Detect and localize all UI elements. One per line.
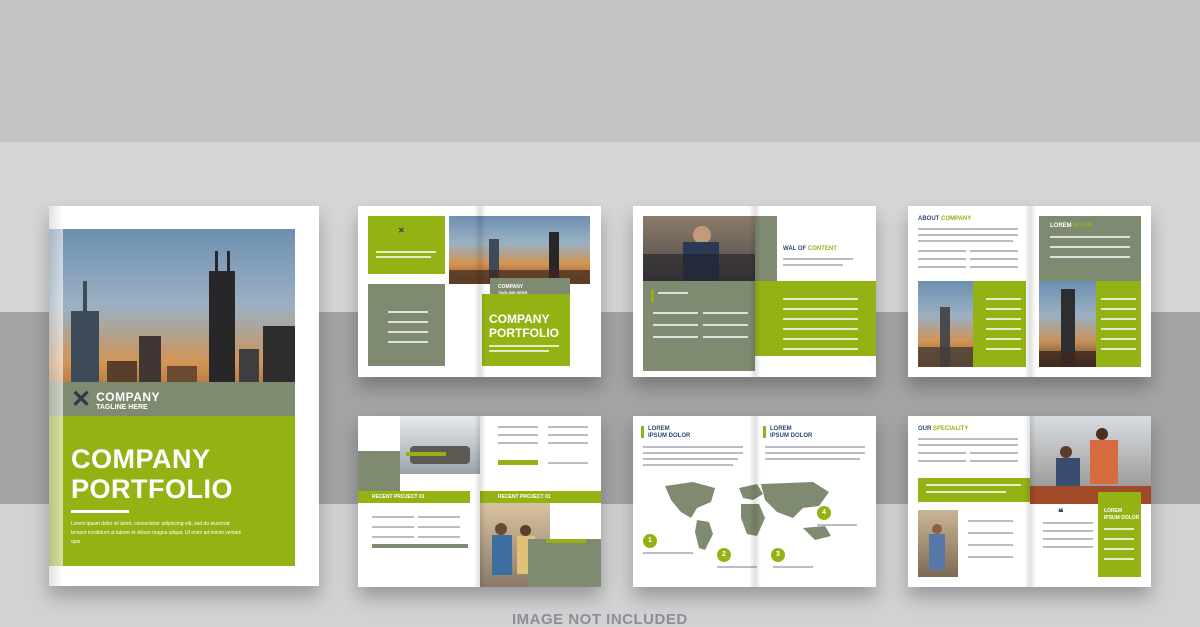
- spread1-city-photo: [449, 216, 590, 284]
- cover-body-text: Lorem ipsum dolor sit amet, consectetur …: [71, 521, 242, 545]
- spread3-tower-photo: [1039, 281, 1096, 367]
- image-not-included-caption: IMAGE NOT INCLUDED: [512, 611, 688, 627]
- spread3-heading: ABOUT COMPANY: [918, 216, 972, 222]
- spread-intro: ✕ COMPANY TAGLINE HERE COMPANY PORTFOLIO: [358, 206, 601, 377]
- logo-x-icon: ✕: [71, 386, 92, 413]
- spread5-heading-left: LOREM IPSUM DOLOR: [648, 426, 691, 439]
- cover-title-line2: PORTFOLIO: [71, 474, 233, 504]
- spread-about: ABOUT COMPANY LOREM IPSUM: [908, 206, 1151, 377]
- brochure-cover: ✕ COMPANY TAGLINE HERE COMPANY PORTFOLIO…: [49, 206, 319, 586]
- spread-projects: RECENT PROJECT 01 RECENT PROJECT 01: [358, 416, 601, 587]
- spread1-gray-block: [368, 284, 445, 366]
- map-marker-1: 1: [643, 534, 657, 548]
- spread3-green-side-box: [1096, 281, 1141, 367]
- spread1-title: COMPANY PORTFOLIO: [489, 312, 559, 340]
- map-marker-4: 4: [817, 506, 831, 520]
- spread1-logo-x-icon: ✕: [398, 226, 405, 235]
- spread6-side-heading: LOREM IPSUM DOLOR: [1104, 508, 1140, 521]
- cover-company-name: COMPANY: [96, 389, 161, 404]
- cover-logo: ✕ COMPANY TAGLINE HERE: [71, 388, 160, 412]
- spread2-office-photo: [643, 216, 755, 281]
- map-marker-3: 3: [771, 548, 785, 562]
- spread5-heading-right: LOREM IPSUM DOLOR: [770, 426, 813, 439]
- map-marker-2: 2: [717, 548, 731, 562]
- spread2-gray-panel: [643, 281, 755, 371]
- spread6-man-photo: [918, 510, 958, 577]
- cover-title: COMPANY PORTFOLIO: [71, 444, 233, 504]
- spread4-gray-text-box: [528, 539, 601, 587]
- spread6-heading: OUR SPECIALITY: [918, 426, 969, 432]
- spread6-women-photo: [1030, 416, 1151, 504]
- spread1-green-block: [368, 216, 445, 274]
- spread4-project-label-2: RECENT PROJECT 01: [498, 494, 551, 500]
- spread-world-map: LOREM IPSUM DOLOR LOREM IPSUM DOLOR 1 2 3 …: [633, 416, 876, 587]
- spread3-side-heading: LOREM IPSUM: [1050, 223, 1093, 229]
- spread2-heading: WAL OF CONTENT: [783, 246, 837, 252]
- spread3-green-text-box: [973, 281, 1026, 367]
- spread4-project-label-1: RECENT PROJECT 01: [372, 494, 425, 500]
- cover-tagline: TAGLINE HERE: [96, 403, 148, 411]
- spread4-meeting-photo: [400, 416, 480, 474]
- cover-divider: [71, 510, 129, 513]
- quote-icon: ❝: [1058, 508, 1064, 519]
- spread6-green-side-box: [1098, 492, 1141, 577]
- backdrop-top: [0, 0, 1200, 142]
- cover-title-line1: COMPANY: [71, 444, 211, 474]
- spread-speciality: OUR SPECIALITY ❝ LOREM IPSUM DOLOR: [908, 416, 1151, 587]
- spread6-green-quote-bar: [918, 478, 1030, 502]
- spread3-city-photo: [918, 281, 973, 367]
- spread-contents: WAL OF CONTENT: [633, 206, 876, 377]
- cover-spine-shade: [49, 206, 63, 586]
